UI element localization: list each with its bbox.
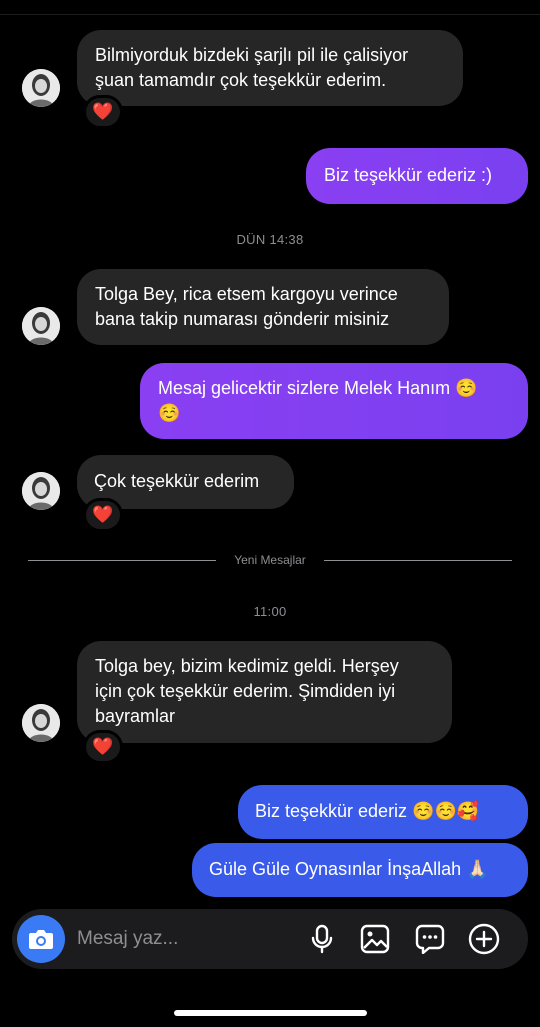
message-incoming[interactable]: Bilmiyorduk bizdeki şarjlı pil ile çalis…: [77, 30, 463, 106]
message-incoming[interactable]: Tolga bey, bizim kedimiz geldi. Herşey i…: [77, 641, 452, 743]
avatar[interactable]: [22, 69, 60, 107]
sticker-button[interactable]: [413, 922, 447, 956]
avatar[interactable]: [22, 472, 60, 510]
heart-reaction-icon[interactable]: ❤️: [83, 730, 123, 764]
heart-reaction-icon[interactable]: ❤️: [83, 95, 123, 129]
avatar-photo: [22, 307, 60, 345]
heart-reaction-icon[interactable]: ❤️: [83, 498, 123, 532]
sticker-icon: [415, 924, 445, 954]
divider-line: [324, 560, 512, 561]
camera-icon: [29, 930, 53, 949]
message-composer: Mesaj yaz...: [12, 909, 528, 969]
message-outgoing[interactable]: Biz teşekkür ederiz :): [306, 148, 528, 204]
avatar-photo: [22, 69, 60, 107]
microphone-button[interactable]: [305, 922, 339, 956]
camera-button[interactable]: [17, 915, 65, 963]
image-icon: [360, 924, 390, 954]
message-outgoing[interactable]: Güle Güle Oynasınlar İnşaAllah 🙏🏻: [192, 843, 528, 897]
message-incoming[interactable]: Tolga Bey, rica etsem kargoyu verince ba…: [77, 269, 449, 345]
message-outgoing[interactable]: Mesaj gelicektir sizlere Melek Hanım ☺️ …: [140, 363, 528, 439]
avatar-photo: [22, 704, 60, 742]
message-outgoing[interactable]: Biz teşekkür ederiz ☺️☺️🥰: [238, 785, 528, 839]
new-messages-divider: Yeni Mesajlar: [28, 553, 512, 567]
timestamp: 11:00: [253, 604, 287, 619]
avatar[interactable]: [22, 307, 60, 345]
home-indicator[interactable]: [174, 1010, 367, 1016]
top-separator: [0, 14, 540, 15]
plus-icon: [468, 923, 500, 955]
message-input[interactable]: Mesaj yaz...: [77, 928, 178, 950]
microphone-icon: [311, 924, 333, 954]
plus-button[interactable]: [467, 922, 501, 956]
avatar-photo: [22, 472, 60, 510]
gallery-button[interactable]: [358, 922, 392, 956]
timestamp: DÜN 14:38: [236, 232, 304, 247]
avatar[interactable]: [22, 704, 60, 742]
